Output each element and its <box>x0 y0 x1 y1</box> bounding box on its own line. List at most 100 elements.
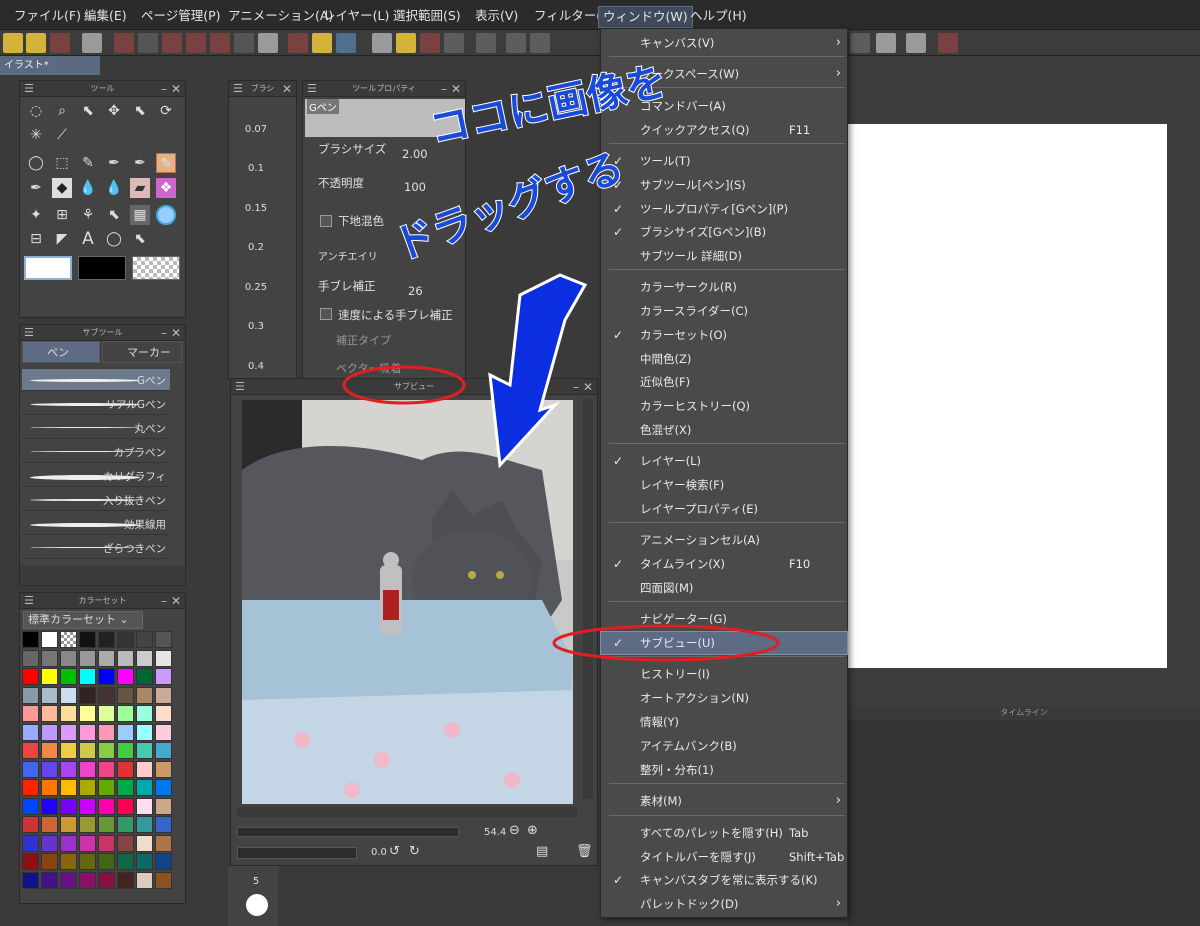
sparkle2-icon[interactable]: ✦ <box>26 205 46 225</box>
color-swatch[interactable] <box>41 631 58 648</box>
color-swatch[interactable] <box>136 631 153 648</box>
colorset-select[interactable]: 標準カラーセット ⌄ <box>23 611 143 629</box>
color-swatch[interactable] <box>60 723 77 741</box>
minimize-icon[interactable]: – <box>161 325 167 341</box>
speed-stabilize-checkbox[interactable] <box>320 308 332 320</box>
color-swatch[interactable] <box>98 853 115 870</box>
color-swatch[interactable] <box>79 742 96 759</box>
angle-slider[interactable] <box>237 847 357 859</box>
color-swatch[interactable] <box>98 631 115 648</box>
trash-icon[interactable] <box>82 33 102 53</box>
color-swatch[interactable] <box>117 816 134 833</box>
color-swatch[interactable] <box>136 816 153 833</box>
menu-help[interactable]: ヘルプ(H) <box>690 0 747 30</box>
color-swatch[interactable] <box>155 649 172 667</box>
color-swatch[interactable] <box>155 742 172 759</box>
transparent-icon[interactable] <box>372 33 392 53</box>
layer-move-icon[interactable]: ⬉ <box>130 101 150 121</box>
zoom-icon[interactable] <box>444 33 464 53</box>
color-swatch[interactable] <box>22 816 39 833</box>
color-swatch[interactable] <box>98 649 115 667</box>
color-swatch[interactable] <box>41 723 58 741</box>
window-menu-item[interactable]: ✓ キャンバスタブを常に表示する(K) <box>601 869 847 891</box>
frame3-icon[interactable] <box>210 33 230 53</box>
object-icon[interactable]: ⬉ <box>104 205 124 225</box>
window-menu-item[interactable]: ナビゲーター(G) <box>601 608 847 630</box>
color-swatch[interactable] <box>41 871 58 889</box>
menu-page[interactable]: ページ管理(P) <box>141 0 221 30</box>
frame4-icon[interactable] <box>234 33 254 53</box>
minimize-icon[interactable]: – <box>161 593 167 609</box>
window-menu-item[interactable]: レイヤー検索(F) <box>601 474 847 496</box>
lasso-icon[interactable] <box>530 33 550 53</box>
color-swatch[interactable] <box>22 631 39 648</box>
window-menu-item[interactable]: ✓ ツールプロパティ[Gペン](P) <box>601 198 847 220</box>
menu-edit[interactable]: 編集(E) <box>84 0 127 30</box>
object-select-icon[interactable]: ⬉ <box>78 101 98 121</box>
window-menu-item[interactable]: クイックアクセス(Q) F11 <box>601 119 847 141</box>
tab-marker[interactable]: マーカー <box>102 341 182 363</box>
color-swatch[interactable] <box>41 853 58 870</box>
window-menu-item[interactable]: ✓ ブラシサイズ[Gペン](B) <box>601 221 847 243</box>
color-swatch[interactable] <box>60 834 77 852</box>
frame-icon[interactable] <box>162 33 182 53</box>
text-icon[interactable]: A <box>78 229 98 249</box>
brush-size-option[interactable]: 0.25 <box>234 282 278 293</box>
window-menu-item[interactable]: ✓ サブツール[ペン](S) <box>601 174 847 196</box>
folder-icon[interactable] <box>876 33 896 53</box>
window-menu-item[interactable]: 四面図(M) <box>601 577 847 599</box>
window-menu-item[interactable]: ✓ タイムライン(X) F10 <box>601 553 847 575</box>
window-menu-item[interactable]: カラーサークル(R) <box>601 276 847 298</box>
color-swatch[interactable] <box>60 816 77 833</box>
folder2-icon[interactable] <box>906 33 926 53</box>
color-swatch[interactable] <box>136 742 153 759</box>
color-swatch[interactable] <box>41 649 58 667</box>
color-swatch[interactable] <box>155 853 172 870</box>
color-swatch[interactable] <box>155 668 172 685</box>
color-swatch[interactable] <box>41 705 58 722</box>
color-swatch[interactable] <box>41 797 58 815</box>
color-swatch[interactable] <box>155 723 172 741</box>
trash-icon[interactable]: 🗑 <box>576 844 593 859</box>
color-swatch[interactable] <box>117 723 134 741</box>
color-swatch[interactable] <box>79 649 96 667</box>
color-swatch[interactable] <box>22 742 39 759</box>
save-icon[interactable] <box>50 33 70 53</box>
color-swatch[interactable] <box>117 853 134 870</box>
brush-item[interactable]: ざらつきペン <box>22 537 170 559</box>
window-menu-item[interactable]: すべてのパレットを隠す(H) Tab <box>601 822 847 844</box>
color-swatch[interactable] <box>136 779 153 796</box>
color-swatch[interactable] <box>98 797 115 815</box>
color-swatch[interactable] <box>117 871 134 889</box>
correction-icon[interactable]: ⬉ <box>130 229 150 249</box>
opacity-value[interactable]: 100 <box>404 180 426 194</box>
transparent-color-swatch[interactable] <box>132 256 180 280</box>
color-swatch[interactable] <box>22 686 39 704</box>
color-swatch[interactable] <box>22 834 39 852</box>
open-file-icon[interactable] <box>26 33 46 53</box>
color-swatch[interactable] <box>22 779 39 796</box>
color-swatch[interactable] <box>136 668 153 685</box>
undo-icon[interactable] <box>476 33 496 53</box>
color-swatch[interactable] <box>41 760 58 778</box>
color-swatch[interactable] <box>79 834 96 852</box>
brush-size-value[interactable]: 2.00 <box>402 147 428 161</box>
brush-icon[interactable]: ✒ <box>130 153 150 173</box>
gradient-icon[interactable]: ▦ <box>130 205 150 225</box>
menu-window[interactable]: ウィンドウ(W) <box>598 6 693 28</box>
magnifier-icon[interactable]: ⌕ <box>52 101 72 121</box>
color-swatch[interactable] <box>136 760 153 778</box>
window-menu-item[interactable]: カラースライダー(C) <box>601 300 847 322</box>
color-swatch[interactable] <box>98 686 115 704</box>
window-menu-item[interactable]: パレットドック(D) › <box>601 893 847 915</box>
export-icon[interactable] <box>258 33 278 53</box>
blend-icon[interactable]: 💧 <box>78 178 98 198</box>
document-tab[interactable]: イラスト* <box>0 56 100 75</box>
window-menu-item[interactable]: キャンバス(V) › <box>601 32 847 54</box>
color-swatch[interactable] <box>22 760 39 778</box>
color-swatch[interactable] <box>98 834 115 852</box>
color-swatch[interactable] <box>60 853 77 870</box>
window-menu-item[interactable]: ✓ レイヤー(L) <box>601 450 847 472</box>
new-file-icon[interactable] <box>3 33 23 53</box>
flag-icon[interactable] <box>938 33 958 53</box>
